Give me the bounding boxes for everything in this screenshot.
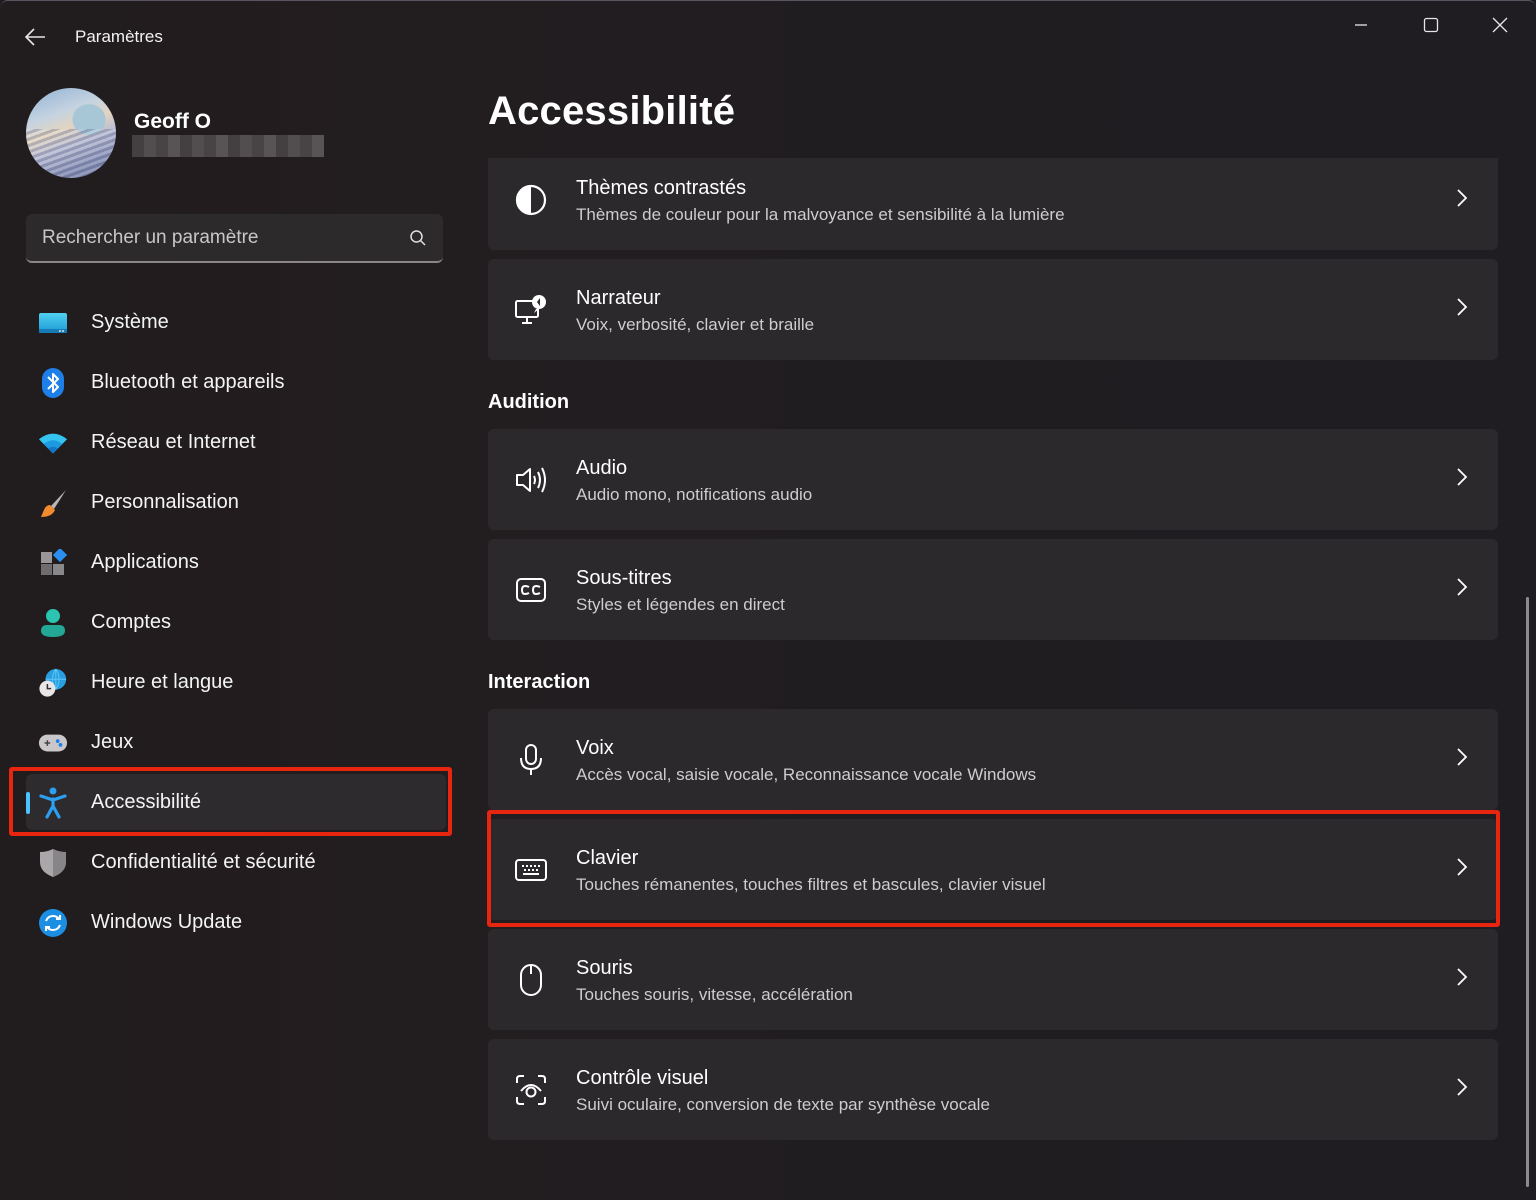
speaker-icon [514, 463, 548, 497]
card-title: Narrateur [576, 287, 661, 309]
system-icon [38, 308, 68, 338]
bluetooth-icon [38, 368, 68, 398]
sidebar-nav: Système Bluetooth et appareils Réseau et… [14, 294, 450, 954]
sidebar-item-label: Jeux [91, 730, 134, 753]
keyboard-icon [514, 853, 548, 887]
card-subtitle: Accès vocal, saisie vocale, Reconnaissan… [576, 765, 1037, 784]
card-subtitle: Thèmes de couleur pour la malvoyance et … [576, 205, 1065, 224]
card-voix[interactable]: Voix Accès vocal, saisie vocale, Reconna… [488, 709, 1498, 810]
sidebar-item-jeux[interactable]: Jeux [14, 714, 450, 770]
account-icon [38, 608, 68, 638]
settings-content: Thèmes contrastés Thèmes de couleur pour… [488, 158, 1498, 1149]
card-subtitle: Touches rémanentes, touches filtres et b… [576, 875, 1046, 894]
sidebar-item-applications[interactable]: Applications [14, 534, 450, 590]
sidebar-item-label: Applications [91, 550, 199, 573]
search-box[interactable] [26, 214, 443, 263]
close-button[interactable] [1467, 7, 1533, 43]
user-profile[interactable]: Geoff O [26, 88, 446, 178]
chevron-right-icon [1457, 298, 1468, 316]
maximize-button[interactable] [1398, 7, 1464, 43]
section-heading-interaction: Interaction [488, 671, 591, 693]
card-souris[interactable]: Souris Touches souris, vitesse, accéléra… [488, 929, 1498, 1030]
avatar [26, 88, 116, 178]
narrator-icon [514, 293, 548, 327]
accessibility-icon [38, 787, 68, 819]
search-input[interactable] [42, 226, 402, 249]
card-subtitle: Audio mono, notifications audio [576, 485, 813, 504]
card-subtitle: Suivi oculaire, conversion de texte par … [576, 1095, 990, 1114]
card-title: Clavier [576, 847, 639, 869]
windows-update-icon [38, 908, 68, 938]
card-subtitle: Voix, verbosité, clavier et braille [576, 315, 815, 334]
sidebar-item-accessibilite[interactable]: Accessibilité [26, 774, 446, 830]
closed-captions-icon [514, 573, 548, 607]
sidebar-item-label: Confidentialité et sécurité [91, 850, 316, 873]
card-narrateur[interactable]: Narrateur Voix, verbosité, clavier et br… [488, 259, 1498, 360]
card-subtitle: Styles et légendes en direct [576, 595, 785, 614]
arrow-left-icon [24, 28, 45, 46]
card-title: Sous-titres [576, 567, 672, 589]
contrast-icon [514, 183, 548, 217]
sidebar-item-label: Personnalisation [91, 490, 239, 513]
active-indicator [26, 792, 30, 814]
shield-icon [38, 848, 68, 878]
card-title: Audio [576, 457, 628, 479]
card-title: Voix [576, 737, 614, 759]
settings-window: Paramètres Geoff O Système [0, 0, 1536, 1200]
back-button[interactable] [18, 21, 52, 53]
card-sous-titres[interactable]: Sous-titres Styles et légendes en direct [488, 539, 1498, 640]
sidebar-item-windows-update[interactable]: Windows Update [14, 894, 450, 950]
sidebar-item-bluetooth[interactable]: Bluetooth et appareils [14, 354, 450, 410]
sidebar-item-reseau[interactable]: Réseau et Internet [14, 414, 450, 470]
app-title: Paramètres [75, 27, 163, 46]
sidebar-item-personnalisation[interactable]: Personnalisation [14, 474, 450, 530]
chevron-right-icon [1457, 189, 1468, 207]
close-icon [1492, 17, 1508, 33]
profile-name: Geoff O [134, 110, 211, 133]
maximize-icon [1423, 17, 1439, 33]
sidebar-item-confidentialite[interactable]: Confidentialité et sécurité [14, 834, 450, 890]
title-bar: Paramètres [0, 1, 1536, 73]
sidebar-item-label: Comptes [91, 610, 172, 633]
mouse-icon [514, 963, 548, 997]
apps-icon [38, 548, 68, 578]
sidebar-item-label: Réseau et Internet [91, 430, 256, 453]
sidebar-item-heure-langue[interactable]: Heure et langue [14, 654, 450, 710]
card-title: Contrôle visuel [576, 1067, 709, 1089]
chevron-right-icon [1457, 1078, 1468, 1096]
card-clavier[interactable]: Clavier Touches rémanentes, touches filt… [488, 819, 1498, 920]
eye-control-icon [514, 1073, 548, 1107]
card-subtitle: Touches souris, vitesse, accélération [576, 985, 853, 1004]
card-controle-visuel[interactable]: Contrôle visuel Suivi oculaire, conversi… [488, 1039, 1498, 1140]
section-heading-audition: Audition [488, 391, 570, 413]
sidebar-item-label: Heure et langue [91, 670, 234, 693]
card-title: Thèmes contrastés [576, 177, 747, 199]
scrollbar[interactable] [1526, 597, 1529, 1187]
sidebar-item-label: Système [91, 310, 169, 333]
sidebar-item-label: Bluetooth et appareils [91, 370, 285, 393]
chevron-right-icon [1457, 578, 1468, 596]
time-language-icon [38, 668, 68, 698]
gamepad-icon [38, 728, 68, 758]
search-icon[interactable] [409, 229, 427, 247]
page-title: Accessibilité [488, 89, 736, 133]
wifi-icon [38, 428, 68, 458]
chevron-right-icon [1457, 468, 1468, 486]
sidebar-item-label: Accessibilité [91, 790, 202, 813]
card-audio[interactable]: Audio Audio mono, notifications audio [488, 429, 1498, 530]
minimize-icon [1355, 24, 1367, 26]
minimize-button[interactable] [1328, 7, 1394, 43]
card-title: Souris [576, 957, 633, 979]
sidebar-item-label: Windows Update [91, 910, 243, 933]
chevron-right-icon [1457, 968, 1468, 986]
card-themes-contrastes[interactable]: Thèmes contrastés Thèmes de couleur pour… [488, 158, 1498, 250]
sidebar-item-comptes[interactable]: Comptes [14, 594, 450, 650]
microphone-icon [514, 743, 548, 777]
chevron-right-icon [1457, 858, 1468, 876]
profile-email-redacted [132, 135, 324, 157]
sidebar-item-systeme[interactable]: Système [14, 294, 450, 350]
paintbrush-icon [38, 488, 68, 518]
chevron-right-icon [1457, 748, 1468, 766]
